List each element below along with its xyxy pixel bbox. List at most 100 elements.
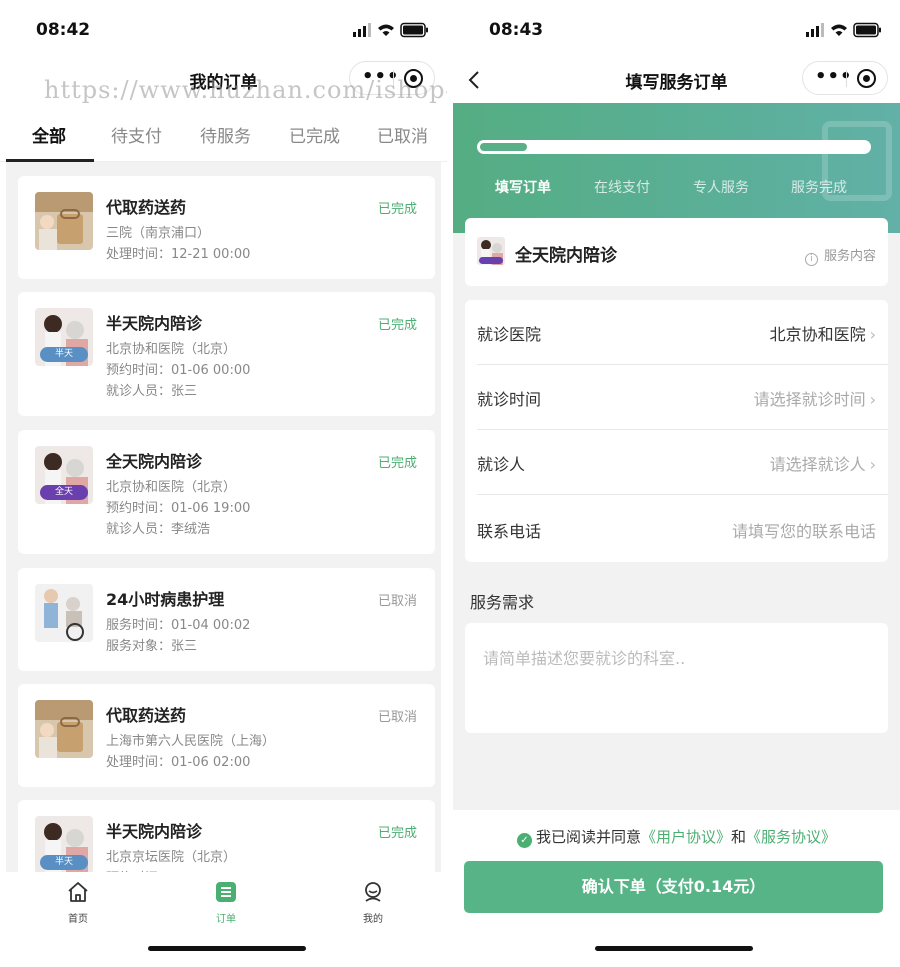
patient-row[interactable]: 就诊人 请选择就诊人 › xyxy=(465,430,888,495)
order-title: 半天院内陪诊 xyxy=(106,822,203,841)
tabbar-home[interactable]: 首页 xyxy=(48,880,108,925)
order-location: 北京京坛医院（北京） xyxy=(106,850,237,865)
checkbox-checked-icon[interactable]: ✓ xyxy=(516,833,532,848)
service-name: 全天院内陪诊 xyxy=(515,246,617,266)
order-progress-fill xyxy=(480,143,527,151)
home-indicator xyxy=(595,946,753,951)
order-title: 24小时病患护理 xyxy=(106,590,225,609)
info-icon: i xyxy=(804,253,818,266)
agree-and: 和 xyxy=(731,828,747,846)
needs-placeholder: 请简单描述您要就诊的科室.. xyxy=(483,649,686,668)
step-service-complete: 服务完成 xyxy=(791,180,847,196)
escort-thumbnail: 半天 xyxy=(35,308,93,366)
order-time: 处理时间：12-21 00:00 xyxy=(106,247,251,262)
tabbar-label: 订单 xyxy=(216,914,236,925)
order-patient: 就诊人员：李绒浩 xyxy=(106,522,211,537)
order-location: 三院（南京浦口） xyxy=(106,226,211,241)
chevron-right-icon: › xyxy=(869,390,876,409)
fill-order-screen: 08:43 填写服务订单 ••• 填写订单 在线支付 专人服务 服务完成 全天院… xyxy=(453,0,900,967)
step-online-payment: 在线支付 xyxy=(594,180,650,196)
row-divider xyxy=(477,494,888,495)
service-card: 全天院内陪诊 i 服务内容 xyxy=(465,218,888,286)
order-time: 处理时间：01-06 02:00 xyxy=(106,755,251,770)
form-label: 就诊医院 xyxy=(477,325,542,344)
capsule-divider xyxy=(846,70,847,87)
tab-completed[interactable]: 已完成 xyxy=(289,122,340,147)
thumbnail-badge: 全天 xyxy=(40,485,88,500)
order-time: 预约时间：01-06 00:00 xyxy=(106,363,251,378)
service-content-label: 服务内容 xyxy=(823,249,876,264)
hospital-row[interactable]: 就诊医院 北京协和医院 › xyxy=(465,300,888,365)
needs-textarea[interactable]: 请简单描述您要就诊的科室.. xyxy=(465,623,888,733)
wifi-icon xyxy=(831,24,847,36)
chevron-right-icon: › xyxy=(869,325,876,344)
patient-placeholder: 请选择就诊人 › xyxy=(769,455,876,474)
phone-input[interactable]: 请填写您的联系电话 xyxy=(732,518,876,542)
booking-form: 就诊医院 北京协和医院 › 就诊时间 请选择就诊时间 › 就诊人 请选择就诊人 › 联… xyxy=(465,300,888,562)
order-list: 代取药送药 三院（南京浦口） 处理时间：12-21 00:00 已完成 半天 半… xyxy=(6,162,441,875)
thumbnail-badge: 半天 xyxy=(40,855,88,870)
tabbar-label: 首页 xyxy=(68,914,88,925)
order-location: 上海市第六人民医院（上海） xyxy=(106,734,276,749)
form-label: 就诊人 xyxy=(477,455,526,474)
medicine-delivery-thumbnail xyxy=(35,700,93,758)
order-title: 全天院内陪诊 xyxy=(106,452,203,471)
confirm-order-button[interactable]: 确认下单（支付0.14元） xyxy=(464,861,883,913)
order-card[interactable]: 半天 半天院内陪诊 北京协和医院（北京） 预约时间：01-06 00:00 就诊… xyxy=(18,292,435,416)
escort-thumbnail: 半天 xyxy=(35,816,93,874)
signal-icon xyxy=(353,32,356,37)
order-location: 北京协和医院（北京） xyxy=(106,480,237,495)
thumbnail-badge: 半天 xyxy=(40,347,88,362)
order-card[interactable]: 24小时病患护理 服务时间：01-04 00:02 服务对象：张三 已取消 xyxy=(18,568,435,671)
home-indicator xyxy=(148,946,306,951)
order-status: 已完成 xyxy=(377,202,417,217)
visit-time-row[interactable]: 就诊时间 请选择就诊时间 › xyxy=(465,365,888,430)
needs-section-title: 服务需求 xyxy=(470,593,535,612)
step-fill-order: 填写订单 xyxy=(495,180,551,196)
bottom-tab-bar: 首页 订单 我的 xyxy=(0,872,447,967)
order-status: 已完成 xyxy=(377,318,417,333)
order-card[interactable]: 代取药送药 上海市第六人民医院（上海） 处理时间：01-06 02:00 已取消 xyxy=(18,684,435,787)
service-content-link[interactable]: i 服务内容 xyxy=(804,245,876,266)
service-agreement-link[interactable]: 《服务协议》 xyxy=(746,828,836,846)
order-title: 半天院内陪诊 xyxy=(106,314,203,333)
order-title: 代取药送药 xyxy=(106,706,187,725)
tab-pending-service[interactable]: 待服务 xyxy=(200,122,251,147)
nursing-thumbnail xyxy=(35,584,93,642)
close-target-icon[interactable] xyxy=(857,69,876,88)
order-location: 北京协和医院（北京） xyxy=(106,342,237,357)
wifi-icon xyxy=(378,24,394,36)
status-bar: 08:42 xyxy=(0,0,447,58)
service-thumbnail xyxy=(477,237,505,265)
order-card[interactable]: 半天 半天院内陪诊 北京京坛医院（北京） 预约时间：01-02 07:30 已完… xyxy=(18,800,435,875)
medicine-delivery-thumbnail xyxy=(35,192,93,250)
tabbar-orders[interactable]: 订单 xyxy=(196,880,256,925)
hospital-value: 北京协和医院 › xyxy=(769,325,876,344)
progress-header: 填写订单 在线支付 专人服务 服务完成 xyxy=(453,103,900,233)
order-status: 已取消 xyxy=(377,594,417,609)
order-patient: 就诊人员：张三 xyxy=(106,384,198,399)
chevron-right-icon: › xyxy=(869,455,876,474)
agree-prefix: 我已阅读并同意 xyxy=(535,828,641,846)
form-label: 就诊时间 xyxy=(477,390,542,409)
order-status: 已完成 xyxy=(377,456,417,471)
tabbar-profile[interactable]: 我的 xyxy=(343,880,403,925)
tab-cancelled[interactable]: 已取消 xyxy=(377,122,428,147)
order-status: 已取消 xyxy=(377,710,417,725)
visit-time-placeholder: 请选择就诊时间 › xyxy=(753,390,876,409)
watermark: https://www.huzhan.com/ishop42036 xyxy=(44,76,447,104)
user-agreement-link[interactable]: 《用户协议》 xyxy=(641,828,731,846)
agreement-row[interactable]: ✓ 我已阅读并同意《用户协议》和《服务协议》 xyxy=(453,826,900,848)
tab-all[interactable]: 全部 xyxy=(32,122,66,147)
form-label: 联系电话 xyxy=(477,522,542,541)
order-list-screen: 08:42 我的订单 ••• https://www.huzhan.com/is… xyxy=(0,0,447,967)
order-card[interactable]: 全天 全天院内陪诊 北京协和医院（北京） 预约时间：01-06 19:00 就诊… xyxy=(18,430,435,554)
tab-pending-payment[interactable]: 待支付 xyxy=(111,122,162,147)
order-card[interactable]: 代取药送药 三院（南京浦口） 处理时间：12-21 00:00 已完成 xyxy=(18,176,435,279)
phone-row[interactable]: 联系电话 请填写您的联系电话 xyxy=(465,497,888,562)
status-time: 08:42 xyxy=(36,20,91,40)
profile-icon xyxy=(365,882,381,902)
orders-icon xyxy=(216,882,236,902)
nav-bar: 填写服务订单 ••• xyxy=(453,58,900,103)
order-status: 已完成 xyxy=(377,826,417,841)
